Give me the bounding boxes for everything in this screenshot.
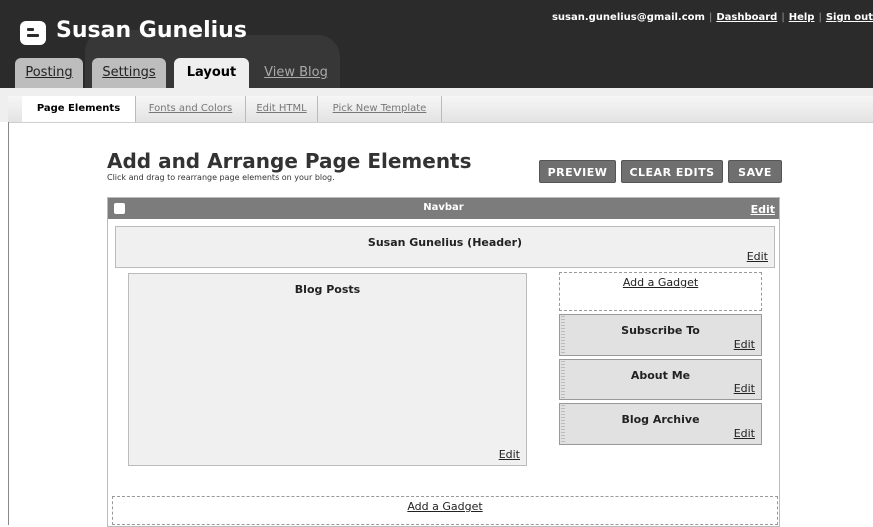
gadget-blog-archive[interactable]: Blog Archive Edit (559, 403, 762, 445)
tab-posting[interactable]: Posting (15, 58, 83, 88)
left-border (8, 122, 9, 525)
footer-add-gadget-box[interactable]: Add a Gadget (112, 496, 778, 525)
sidebar-add-gadget-box[interactable]: Add a Gadget (559, 272, 762, 311)
blog-posts-element[interactable]: Blog Posts Edit (128, 273, 527, 466)
header-element-title: Susan Gunelius (Header) (367, 236, 523, 249)
blog-posts-title: Blog Posts (294, 283, 361, 296)
top-header: Susan Gunelius susan.gunelius@gmail.com |… (0, 0, 873, 88)
gadget-subscribe-to[interactable]: Subscribe To Edit (559, 314, 762, 356)
tab-view-blog[interactable]: View Blog (257, 58, 335, 88)
sidebar-add-gadget-link[interactable]: Add a Gadget (560, 276, 761, 289)
gadget-edit-link[interactable]: Edit (734, 338, 755, 351)
save-button[interactable]: SAVE (728, 160, 782, 183)
header-edit-link[interactable]: Edit (747, 250, 768, 263)
gadget-title: Subscribe To (621, 324, 700, 337)
gadget-about-me[interactable]: About Me Edit (559, 359, 762, 400)
blogger-logo-icon[interactable] (20, 21, 46, 45)
gadget-title: Blog Archive (621, 413, 700, 426)
navbar-title: Navbar (423, 202, 464, 213)
clear-edits-button[interactable]: CLEAR EDITS (621, 160, 723, 183)
gadget-title: About Me (630, 369, 691, 382)
subtab-edit-html[interactable]: Edit HTML (246, 96, 318, 122)
sign-out-link[interactable]: Sign out (826, 12, 873, 23)
dashboard-link[interactable]: Dashboard (716, 12, 777, 23)
site-title[interactable]: Susan Gunelius (56, 18, 247, 43)
subtab-fonts-and-colors[interactable]: Fonts and Colors (136, 96, 246, 122)
tab-settings[interactable]: Settings (92, 58, 166, 88)
user-links: susan.gunelius@gmail.com | Dashboard | Help |… (551, 12, 873, 23)
blog-posts-edit-link[interactable]: Edit (499, 448, 520, 461)
user-email: susan.gunelius@gmail.com (551, 12, 705, 23)
navbar-element[interactable]: Navbar Edit (108, 198, 779, 219)
page-title: Add and Arrange Page Elements (107, 149, 472, 173)
subtab-pick-new-template[interactable]: Pick New Template (318, 96, 442, 122)
help-link[interactable]: Help (789, 12, 815, 23)
preview-button[interactable]: PREVIEW (539, 160, 616, 183)
gadget-edit-link[interactable]: Edit (734, 382, 755, 395)
sub-navigation: Page Elements Fonts and Colors Edit HTML… (0, 88, 873, 123)
gadget-edit-link[interactable]: Edit (734, 427, 755, 440)
footer-add-gadget-link[interactable]: Add a Gadget (113, 500, 777, 513)
navbar-edit-link[interactable]: Edit (751, 203, 775, 216)
tab-layout[interactable]: Layout (174, 58, 249, 88)
subtab-page-elements[interactable]: Page Elements (22, 96, 136, 122)
sub-navigation-bar: Page Elements Fonts and Colors Edit HTML… (8, 96, 873, 123)
page-description: Click and drag to rearrange page element… (107, 173, 335, 182)
header-element[interactable]: Susan Gunelius (Header) Edit (115, 226, 775, 268)
